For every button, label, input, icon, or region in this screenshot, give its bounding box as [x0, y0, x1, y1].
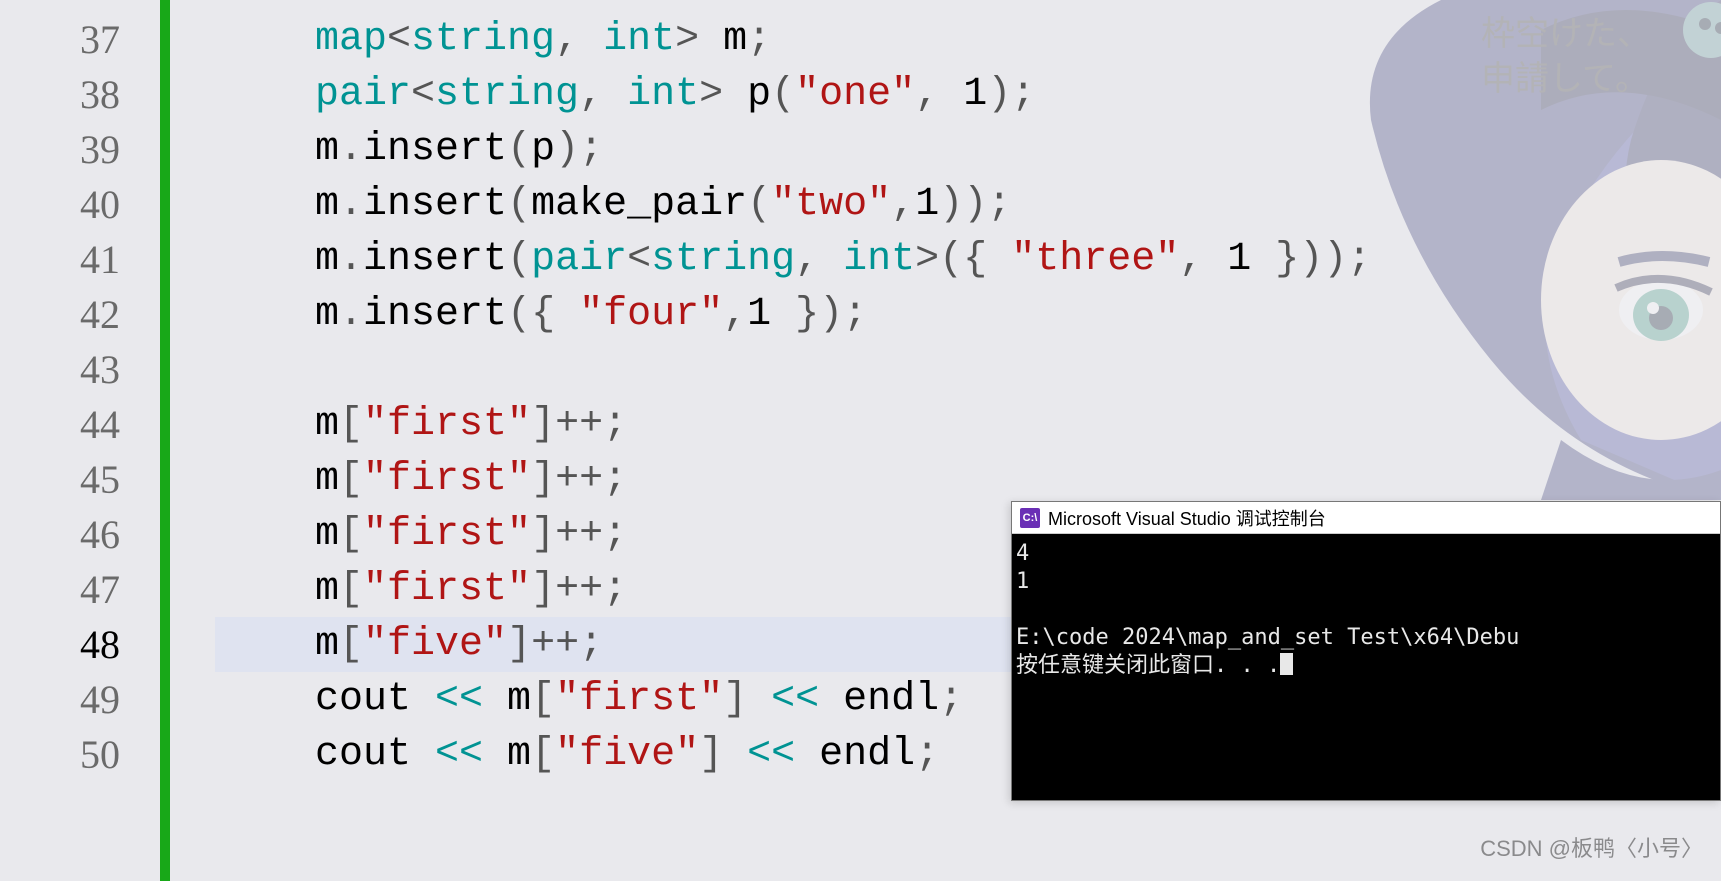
line-number: 42: [0, 287, 120, 342]
console-titlebar[interactable]: C:\ Microsoft Visual Studio 调试控制台: [1012, 502, 1720, 534]
change-indicator-bar: [160, 0, 170, 881]
code-line[interactable]: m.insert(make_pair("two",1));: [215, 177, 1721, 232]
line-number: 50: [0, 727, 120, 782]
line-number: 45: [0, 452, 120, 507]
line-number: 41: [0, 232, 120, 287]
debug-console-window[interactable]: C:\ Microsoft Visual Studio 调试控制台 4 1 E:…: [1011, 501, 1721, 801]
console-cursor: [1280, 653, 1293, 675]
code-line[interactable]: m.insert(p);: [215, 122, 1721, 177]
code-line[interactable]: map<string, int> m;: [215, 12, 1721, 67]
code-line[interactable]: pair<string, int> p("one", 1);: [215, 67, 1721, 122]
line-number: 39: [0, 122, 120, 177]
code-line[interactable]: m.insert({ "four",1 });: [215, 287, 1721, 342]
line-number: 47: [0, 562, 120, 617]
line-number: 38: [0, 67, 120, 122]
code-line[interactable]: m["first"]++;: [215, 397, 1721, 452]
line-number: 40: [0, 177, 120, 232]
line-number: 43: [0, 342, 120, 397]
code-line[interactable]: m.insert(pair<string, int>({ "three", 1 …: [215, 232, 1721, 287]
visual-studio-icon: C:\: [1020, 508, 1040, 528]
code-line[interactable]: m["first"]++;: [215, 452, 1721, 507]
line-number-gutter: 3738394041424344454647484950: [0, 0, 160, 881]
line-number: 46: [0, 507, 120, 562]
console-title-text: Microsoft Visual Studio 调试控制台: [1048, 505, 1326, 531]
code-line[interactable]: [215, 342, 1721, 397]
line-number: 37: [0, 12, 120, 67]
line-number: 49: [0, 672, 120, 727]
console-output[interactable]: 4 1 E:\code 2024\map_and_set Test\x64\De…: [1012, 534, 1720, 800]
line-number: 48: [0, 617, 120, 672]
line-number: 44: [0, 397, 120, 452]
